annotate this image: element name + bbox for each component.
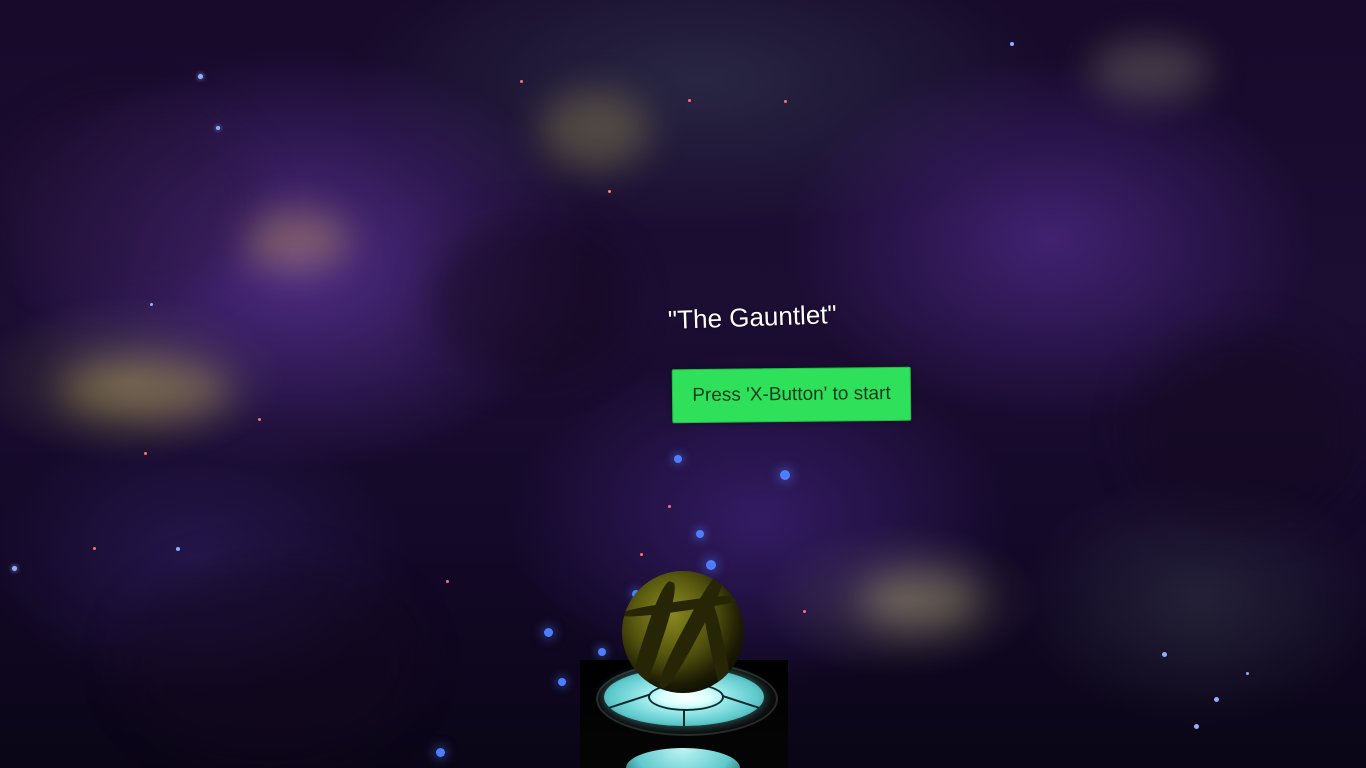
start-button-label: Press 'X-Button' to start <box>692 382 891 407</box>
star <box>780 470 790 480</box>
star <box>706 560 716 570</box>
star <box>640 553 643 556</box>
star <box>12 566 17 571</box>
star <box>598 648 606 656</box>
star <box>93 547 96 550</box>
nebula-wisp <box>1090 40 1210 100</box>
star <box>150 303 153 306</box>
nebula-wisp <box>540 90 650 170</box>
star <box>1194 724 1199 729</box>
star <box>696 530 704 538</box>
star <box>1162 652 1167 657</box>
orb-stripe <box>622 592 743 620</box>
star <box>608 190 611 193</box>
star <box>436 748 445 757</box>
star <box>520 80 523 83</box>
star <box>544 628 553 637</box>
start-button[interactable]: Press 'X-Button' to start <box>671 366 912 424</box>
star <box>198 74 203 79</box>
star <box>558 678 566 686</box>
star <box>176 547 180 551</box>
star <box>1214 697 1219 702</box>
nebula-wisp <box>430 220 630 380</box>
star <box>144 452 147 455</box>
star <box>258 418 261 421</box>
star <box>688 99 691 102</box>
nebula-wisp <box>120 560 420 760</box>
star <box>803 610 806 613</box>
star <box>216 126 220 130</box>
nebula-wisp <box>60 360 230 420</box>
star <box>668 505 671 508</box>
star <box>674 455 682 463</box>
star <box>446 580 449 583</box>
star <box>784 100 787 103</box>
star <box>1246 672 1249 675</box>
nebula-wisp <box>240 210 350 270</box>
nebula-wisp <box>1130 330 1360 530</box>
striped-sphere-icon <box>622 571 744 693</box>
game-title: "The Gauntlet" <box>667 299 838 335</box>
space-scene: "The Gauntlet" Press 'X-Button' to start <box>0 0 1366 768</box>
star <box>1010 42 1014 46</box>
nebula-wisp <box>0 100 260 300</box>
nebula-wisp <box>860 570 980 630</box>
